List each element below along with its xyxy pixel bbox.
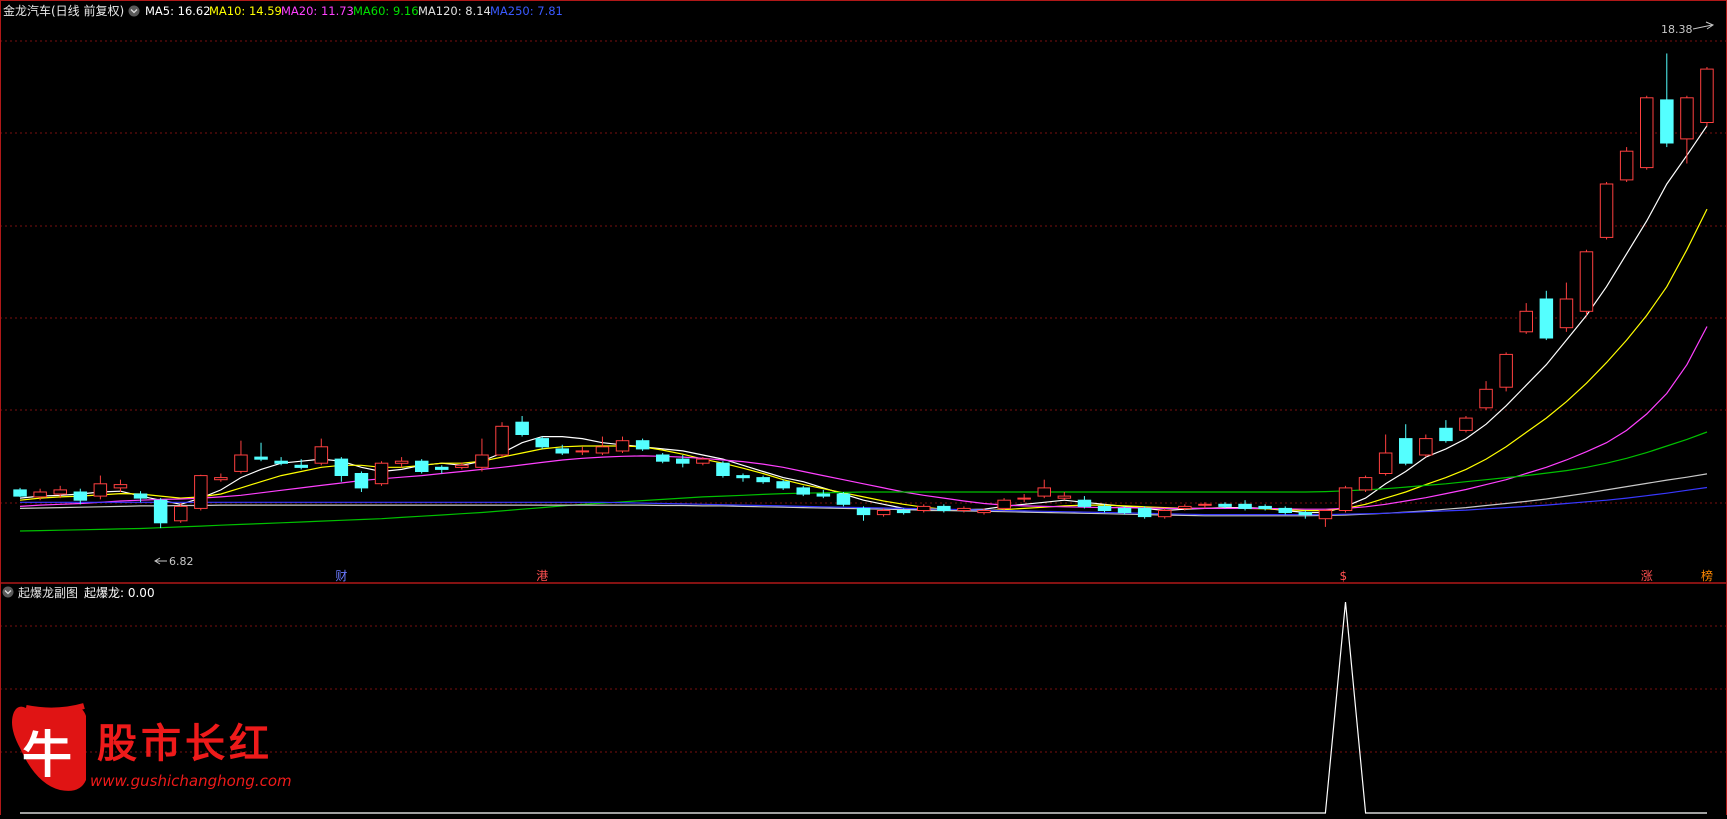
ma250-value: MA250: 7.81: [490, 4, 563, 18]
candle: [194, 474, 208, 511]
candle: [495, 422, 509, 458]
ma5-value: MA5: 16.62: [145, 4, 211, 18]
candle: [1640, 95, 1654, 170]
event-marker[interactable]: 港: [536, 569, 548, 583]
candle: [716, 461, 730, 478]
brand-url: www.gushichanghong.com: [90, 772, 292, 790]
chart-header: 金龙汽车(日线 前复权) MA5: 16.62 MA10: 14.59 MA20…: [3, 3, 563, 18]
candle: [1137, 506, 1152, 519]
candle: [374, 461, 389, 486]
candle: [415, 459, 429, 474]
event-marker[interactable]: 涨: [1641, 568, 1653, 583]
stock-title: 金龙汽车(日线 前复权): [3, 3, 124, 18]
logo-badge-icon: 牛: [12, 703, 86, 791]
ma20-value: MA20: 11.73: [281, 4, 354, 18]
ma10-value: MA10: 14.59: [209, 4, 282, 18]
candle: [1499, 352, 1513, 392]
candle: [1358, 475, 1373, 492]
logo-character: 牛: [22, 726, 72, 784]
candle: [1459, 416, 1473, 433]
candle: [635, 438, 650, 451]
sub-collapse-icon[interactable]: [2, 586, 14, 598]
candle: [1700, 67, 1714, 127]
low-price-label: 6.82: [169, 555, 194, 568]
ma120-value: MA120: 8.14: [418, 4, 491, 18]
candle: [836, 491, 851, 507]
brand-name: 股市长红: [97, 721, 273, 767]
candle: [1619, 147, 1634, 182]
candle: [997, 498, 1011, 511]
event-marker[interactable]: 榜: [1701, 568, 1713, 583]
sub-panel-value: 起爆龙: 0.00: [84, 586, 155, 600]
event-marker[interactable]: 财: [335, 569, 347, 583]
candle: [535, 436, 549, 449]
candle: [776, 479, 790, 490]
stock-chart-window: 财 港 $ 涨 榜 金龙汽车(日线 前复权) MA5: 16.62 MA10: 14.5…: [0, 0, 1727, 815]
high-price-label: 18.38: [1661, 23, 1693, 36]
collapse-toggle-icon[interactable]: [128, 5, 140, 17]
event-marker[interactable]: $: [1340, 569, 1348, 583]
chart-canvas: 财 港 $ 涨 榜 金龙汽车(日线 前复权) MA5: 16.62 MA10: 14.5…: [0, 0, 1727, 815]
candle: [1579, 249, 1594, 316]
candle: [1599, 181, 1614, 240]
candle: [174, 503, 188, 523]
ma60-value: MA60: 9.16: [353, 4, 419, 18]
candle: [1338, 485, 1353, 513]
sub-panel-title: 起爆龙副图: [18, 586, 78, 600]
